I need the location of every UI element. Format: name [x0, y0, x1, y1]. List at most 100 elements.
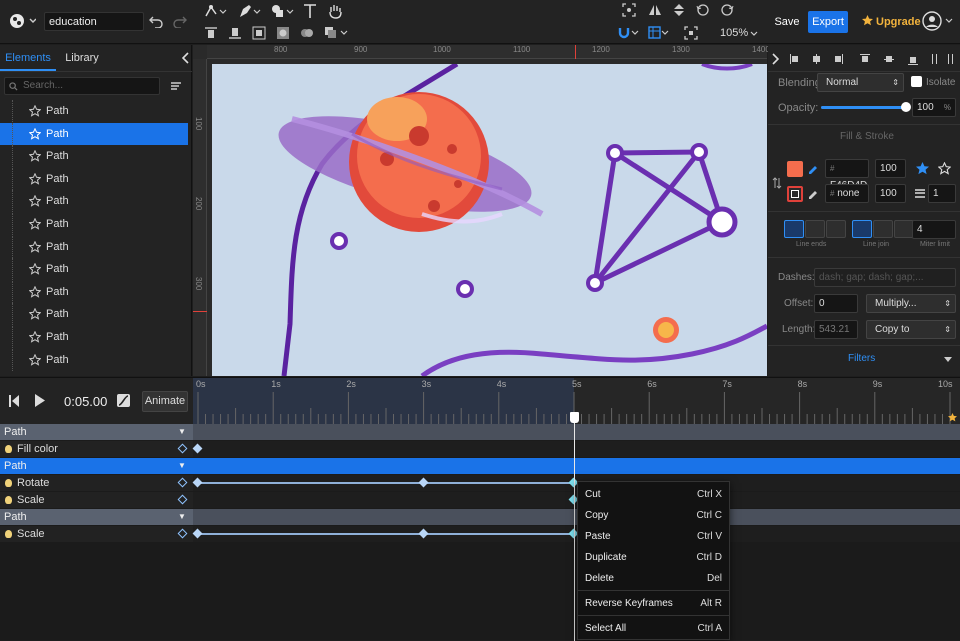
keyframe-diamond[interactable]	[192, 477, 203, 488]
layer-row[interactable]: Path	[0, 122, 188, 145]
artboard[interactable]	[212, 64, 767, 376]
track-collapse-icon[interactable]: ▼	[178, 424, 186, 440]
layer-row[interactable]: Path	[0, 326, 188, 348]
fit-frame-icon[interactable]	[622, 3, 636, 17]
play-icon[interactable]	[35, 394, 45, 407]
track-header[interactable]: Path ▼	[0, 509, 960, 525]
undo-icon[interactable]	[149, 14, 163, 28]
menu-item-copy[interactable]: Copy Ctrl C	[578, 505, 729, 526]
stroke-eyedropper-icon[interactable]	[807, 187, 819, 199]
export-button[interactable]: Export	[808, 11, 848, 33]
easing-icon[interactable]	[117, 394, 130, 407]
swap-colors-icon[interactable]	[772, 177, 782, 189]
track-collapse-icon[interactable]: ▼	[178, 458, 186, 474]
layer-row[interactable]: Path	[0, 303, 188, 326]
rotate-right-icon[interactable]	[720, 3, 734, 17]
menu-item-duplicate[interactable]: Duplicate Ctrl D	[578, 547, 729, 568]
stroke-width-input[interactable]: 1	[928, 184, 956, 203]
skip-to-start-icon[interactable]	[9, 395, 19, 407]
flip-vertical-icon[interactable]	[672, 3, 686, 17]
isolate-checkbox[interactable]	[911, 76, 922, 87]
opacity-slider-thumb[interactable]	[901, 102, 911, 112]
menu-item-reverse-keyframes[interactable]: Reverse Keyframes Alt R	[578, 593, 729, 614]
layer-row[interactable]: Path	[0, 258, 188, 281]
stroke-opacity-input[interactable]: 100	[875, 184, 906, 203]
ruler-horizontal[interactable]: 800 900 1000 1100 1200 1300 1400	[207, 45, 770, 59]
shapes-tool-icon[interactable]	[270, 3, 294, 19]
layer-row[interactable]: Path	[0, 235, 188, 258]
menu-item-paste[interactable]: Paste Ctrl V	[578, 526, 729, 547]
align-bottom-icon[interactable]	[228, 26, 242, 40]
line-join-round-button[interactable]	[873, 220, 893, 238]
upgrade-button[interactable]: Upgrade	[862, 12, 921, 32]
keyframe-diamond[interactable]	[192, 528, 203, 539]
offset-input[interactable]: 0	[814, 294, 858, 313]
animate-button[interactable]: Animate	[142, 391, 188, 412]
avatar-icon[interactable]	[922, 11, 954, 31]
dashes-input[interactable]: dash; gap; dash; gap;...	[814, 268, 956, 287]
offset-select[interactable]: Multiply... ⇕	[866, 294, 956, 313]
layer-row[interactable]: Path	[0, 190, 188, 213]
collapse-right-panel-icon[interactable]	[771, 53, 779, 65]
layer-row[interactable]: Path	[0, 145, 188, 168]
filters-section-title[interactable]: Filters	[848, 353, 875, 364]
fill-opacity-input[interactable]: 100	[875, 159, 906, 178]
line-end-round-button[interactable]	[805, 220, 825, 238]
document-name-input[interactable]: education	[44, 12, 144, 31]
app-logo-icon[interactable]	[8, 12, 36, 30]
layer-row[interactable]: Path	[0, 100, 188, 122]
eyedropper-icon[interactable]	[807, 162, 819, 174]
fill-hex-input[interactable]: # F46D4D	[825, 159, 869, 191]
zoom-fit-icon[interactable]	[684, 26, 698, 40]
save-button[interactable]: Save	[771, 12, 803, 32]
tab-elements[interactable]: Elements	[0, 45, 56, 71]
length-input[interactable]: 543.21	[814, 320, 858, 339]
stroke-color-swatch[interactable]	[787, 186, 803, 202]
blending-select[interactable]: Normal ⇕	[817, 73, 904, 92]
lightbulb-icon[interactable]	[5, 496, 12, 504]
track-header[interactable]: Path ▼	[0, 424, 960, 440]
hand-tool-icon[interactable]	[327, 3, 343, 19]
lightbulb-icon[interactable]	[5, 445, 12, 453]
miter-limit-input[interactable]: 4	[912, 220, 956, 239]
stroke-input[interactable]: # none	[825, 184, 869, 203]
rotate-left-icon[interactable]	[696, 3, 710, 17]
node-tool-icon[interactable]	[203, 3, 227, 19]
lightbulb-icon[interactable]	[5, 530, 12, 538]
pen-tool-icon[interactable]	[237, 3, 261, 19]
lightbulb-icon[interactable]	[5, 479, 12, 487]
current-time[interactable]: 0:05.00	[64, 394, 107, 409]
layer-row[interactable]: Path	[0, 280, 188, 303]
property-row[interactable]: Rotate	[0, 475, 960, 491]
search-input[interactable]: Search...	[4, 77, 160, 95]
line-join-miter-button[interactable]	[852, 220, 872, 238]
menu-item-select-all[interactable]: Select All Ctrl A	[578, 618, 729, 639]
track-header[interactable]: Path ▼	[0, 458, 960, 474]
playhead-handle[interactable]	[570, 412, 579, 423]
keyframe-diamond[interactable]	[418, 528, 429, 539]
arrange-icon[interactable]	[324, 26, 350, 40]
line-join-bevel-button[interactable]	[894, 220, 914, 238]
text-tool-icon[interactable]	[303, 3, 317, 19]
filters-chevron-down-icon[interactable]	[944, 357, 952, 362]
track-collapse-icon[interactable]: ▼	[178, 509, 186, 525]
mask-icon[interactable]	[276, 26, 290, 40]
canvas-viewport[interactable]: 800 900 1000 1100 1200 1300 1400 100 200…	[193, 45, 770, 376]
ruler-vertical[interactable]: 100 200 300	[193, 59, 207, 376]
tab-library[interactable]: Library	[56, 45, 108, 71]
boolean-icon[interactable]	[300, 26, 314, 40]
align-top-icon[interactable]	[204, 26, 218, 40]
chevron-down-icon[interactable]	[750, 31, 758, 37]
property-row[interactable]: Fill color	[0, 441, 960, 457]
end-marker-star-icon[interactable]	[948, 413, 957, 422]
redo-icon[interactable]	[173, 14, 187, 28]
property-row[interactable]: Scale	[0, 492, 960, 508]
layer-row[interactable]: Path	[0, 167, 188, 190]
keyframe-diamond[interactable]	[418, 477, 429, 488]
layer-row[interactable]: Path	[0, 213, 188, 235]
line-end-square-button[interactable]	[826, 220, 846, 238]
menu-item-cut[interactable]: Cut Ctrl X	[578, 484, 729, 505]
opacity-slider[interactable]	[821, 102, 911, 112]
magnet-snap-icon[interactable]	[618, 26, 640, 40]
line-end-butt-button[interactable]	[784, 220, 804, 238]
